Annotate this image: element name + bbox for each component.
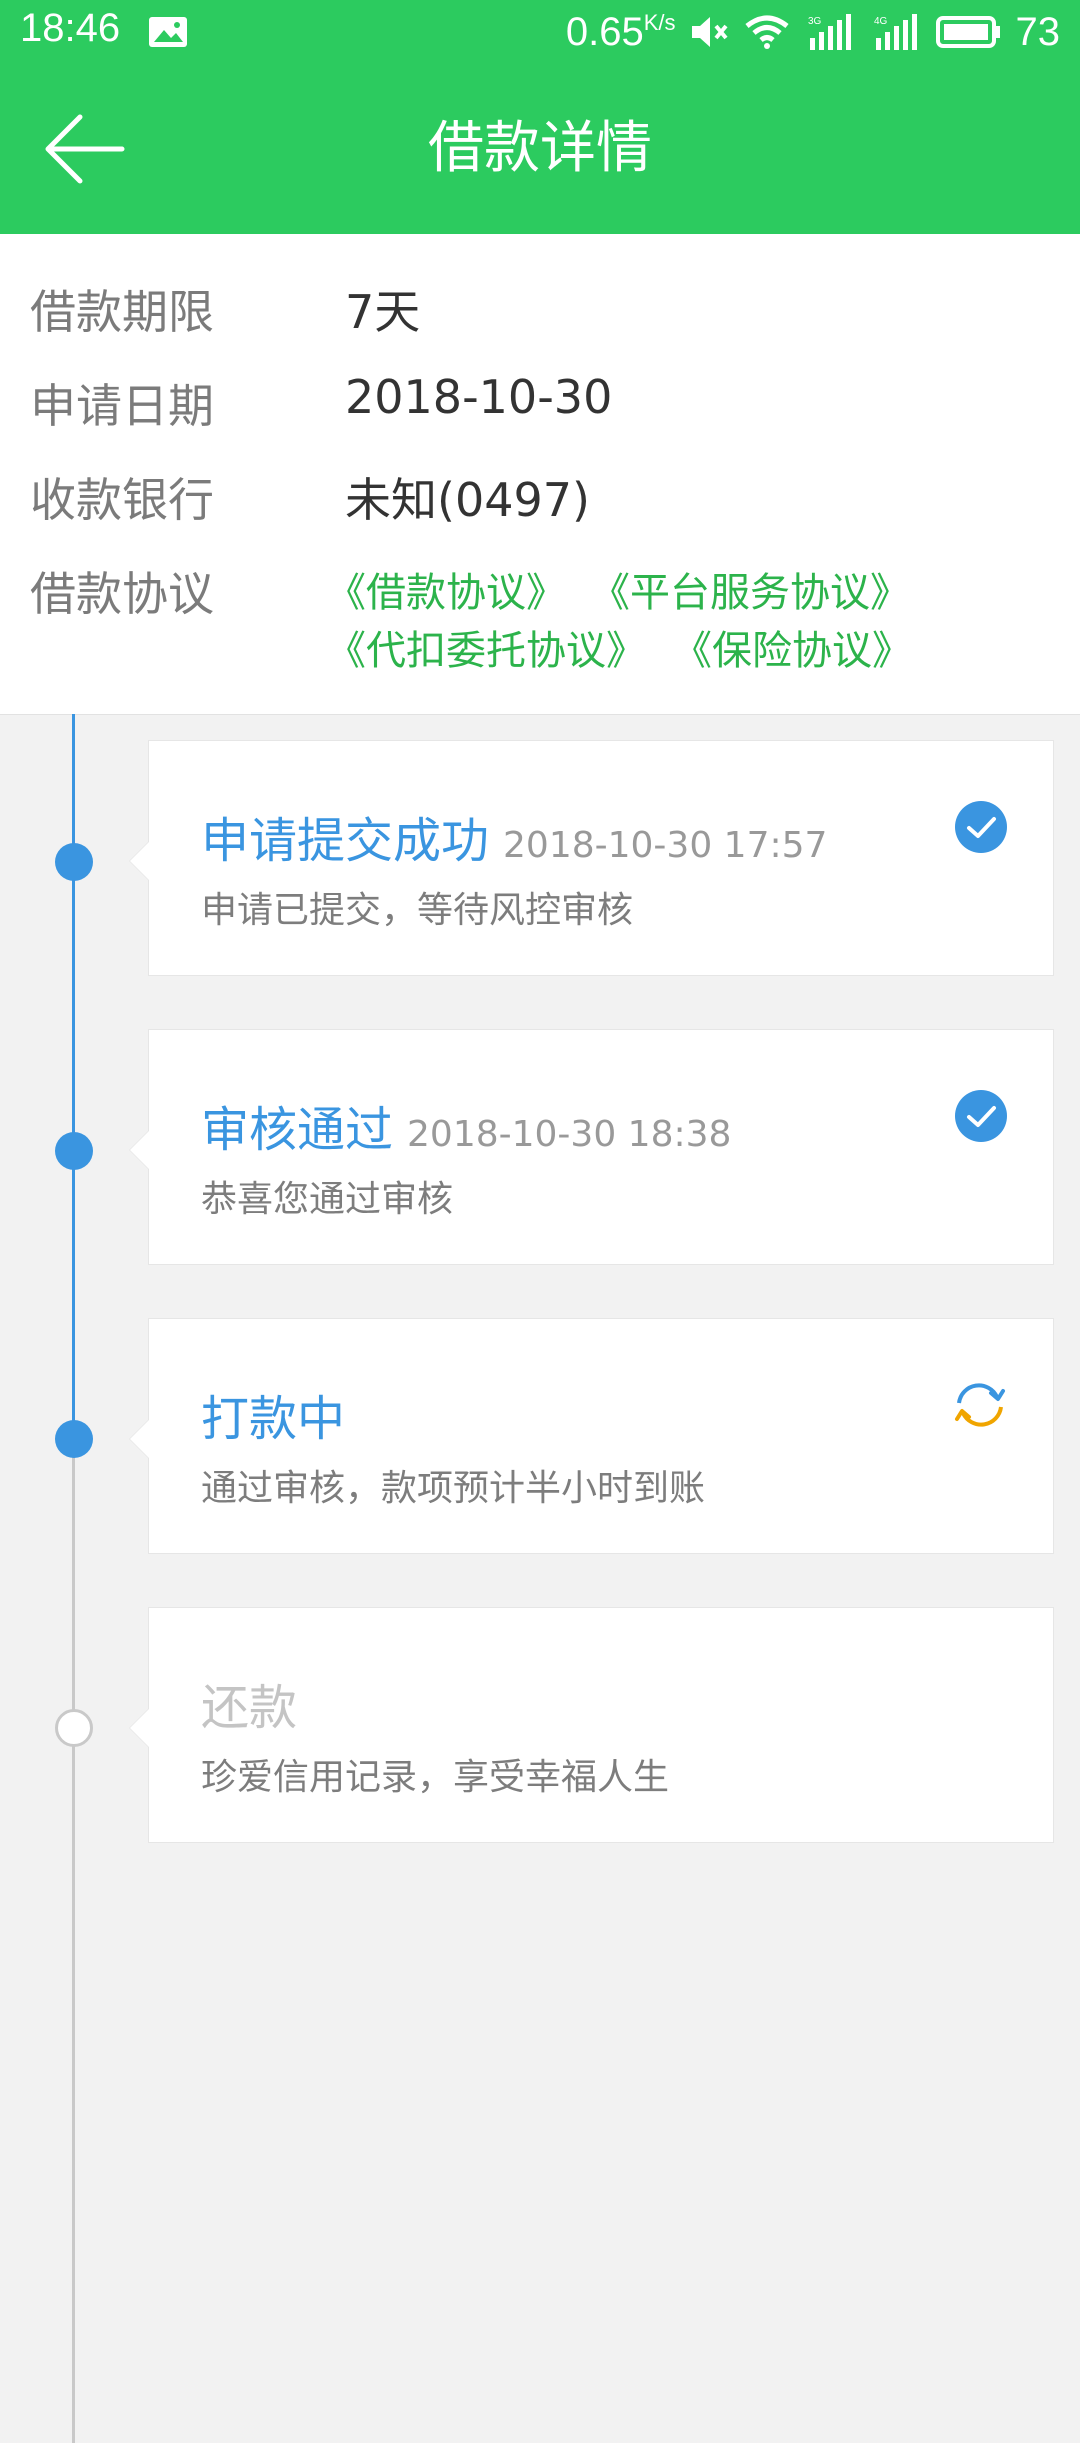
timeline-card-submitted: 申请提交成功 2018-10-30 17:57 申请已提交，等待风控审核: [129, 740, 1054, 976]
step-description: 珍爱信用记录，享受幸福人生: [201, 1757, 670, 1798]
step-description: 恭喜您通过审核: [201, 1179, 454, 1220]
svg-text:4G: 4G: [874, 16, 888, 27]
step-time: 2018-10-30 18:38: [407, 1114, 732, 1155]
timeline-dot: [55, 843, 93, 881]
timeline-dot: [55, 1132, 93, 1170]
apply-date-label: 申请日期: [30, 379, 214, 433]
link-withholding-agreement[interactable]: 《代扣委托协议》: [326, 618, 646, 676]
check-icon: [955, 801, 1007, 853]
timeline-card-repayment: 还款 珍爱信用记录，享受幸福人生: [129, 1607, 1054, 1843]
refresh-icon: [955, 1383, 1005, 1427]
timeline-card-disbursing: 打款中 通过审核，款项预计半小时到账: [129, 1318, 1054, 1554]
loan-progress-timeline: 申请提交成功 2018-10-30 17:57 申请已提交，等待风控审核 审核通过…: [0, 714, 1080, 2443]
timeline-line-pending: [72, 1439, 75, 2443]
status-bar: 18:46 0.65K/s 3G 4G 73: [0, 0, 1080, 64]
signal-4g-icon: 4G: [874, 14, 917, 50]
receiving-bank-label: 收款银行: [30, 473, 214, 527]
step-title: 申请提交成功 2018-10-30 17:57: [201, 813, 828, 869]
step-description: 通过审核，款项预计半小时到账: [201, 1468, 706, 1509]
status-time: 18:46: [20, 6, 121, 50]
wifi-icon: [744, 15, 789, 49]
step-title: 还款: [201, 1680, 298, 1736]
timeline-dot-pending: [55, 1709, 93, 1747]
signal-3g-icon: 3G: [808, 14, 851, 50]
timeline-card-approved: 审核通过 2018-10-30 18:38 恭喜您通过审核: [129, 1029, 1054, 1265]
battery-icon: [935, 16, 1000, 48]
step-time: 2018-10-30 17:57: [503, 825, 828, 866]
step-title: 审核通过 2018-10-30 18:38: [201, 1102, 732, 1158]
apply-date-value: 2018-10-30: [345, 370, 613, 424]
check-icon: [955, 1090, 1007, 1142]
mute-icon: [691, 17, 728, 47]
app-bar: 借款详情: [0, 64, 1080, 234]
loan-agreement-label: 借款协议: [30, 567, 214, 621]
link-platform-service-agreement[interactable]: 《平台服务协议》: [590, 560, 910, 618]
step-description: 申请已提交，等待风控审核: [201, 890, 634, 931]
step-title: 打款中: [201, 1391, 346, 1447]
status-indicators: 0.65K/s 3G 4G 73: [566, 6, 1060, 58]
arrow-left-icon[interactable]: [40, 109, 130, 189]
network-speed: 0.65K/s: [565, 9, 676, 54]
link-loan-agreement[interactable]: 《借款协议》: [326, 560, 566, 618]
loan-info-section: 借款期限 7天 申请日期 2018-10-30 收款银行 未知(0497) 借款…: [0, 234, 1080, 715]
receiving-bank-value: 未知(0497): [345, 473, 590, 527]
timeline-dot: [55, 1420, 93, 1458]
loan-term-label: 借款期限: [30, 285, 214, 339]
link-insurance-agreement[interactable]: 《保险协议》: [672, 618, 912, 676]
loan-term-value: 7天: [345, 285, 421, 339]
battery-level: 73: [1015, 9, 1061, 54]
gallery-notification-icon: [149, 17, 187, 47]
svg-text:3G: 3G: [808, 16, 822, 27]
page-title: 借款详情: [428, 116, 652, 181]
timeline-line-completed: [72, 714, 75, 1439]
